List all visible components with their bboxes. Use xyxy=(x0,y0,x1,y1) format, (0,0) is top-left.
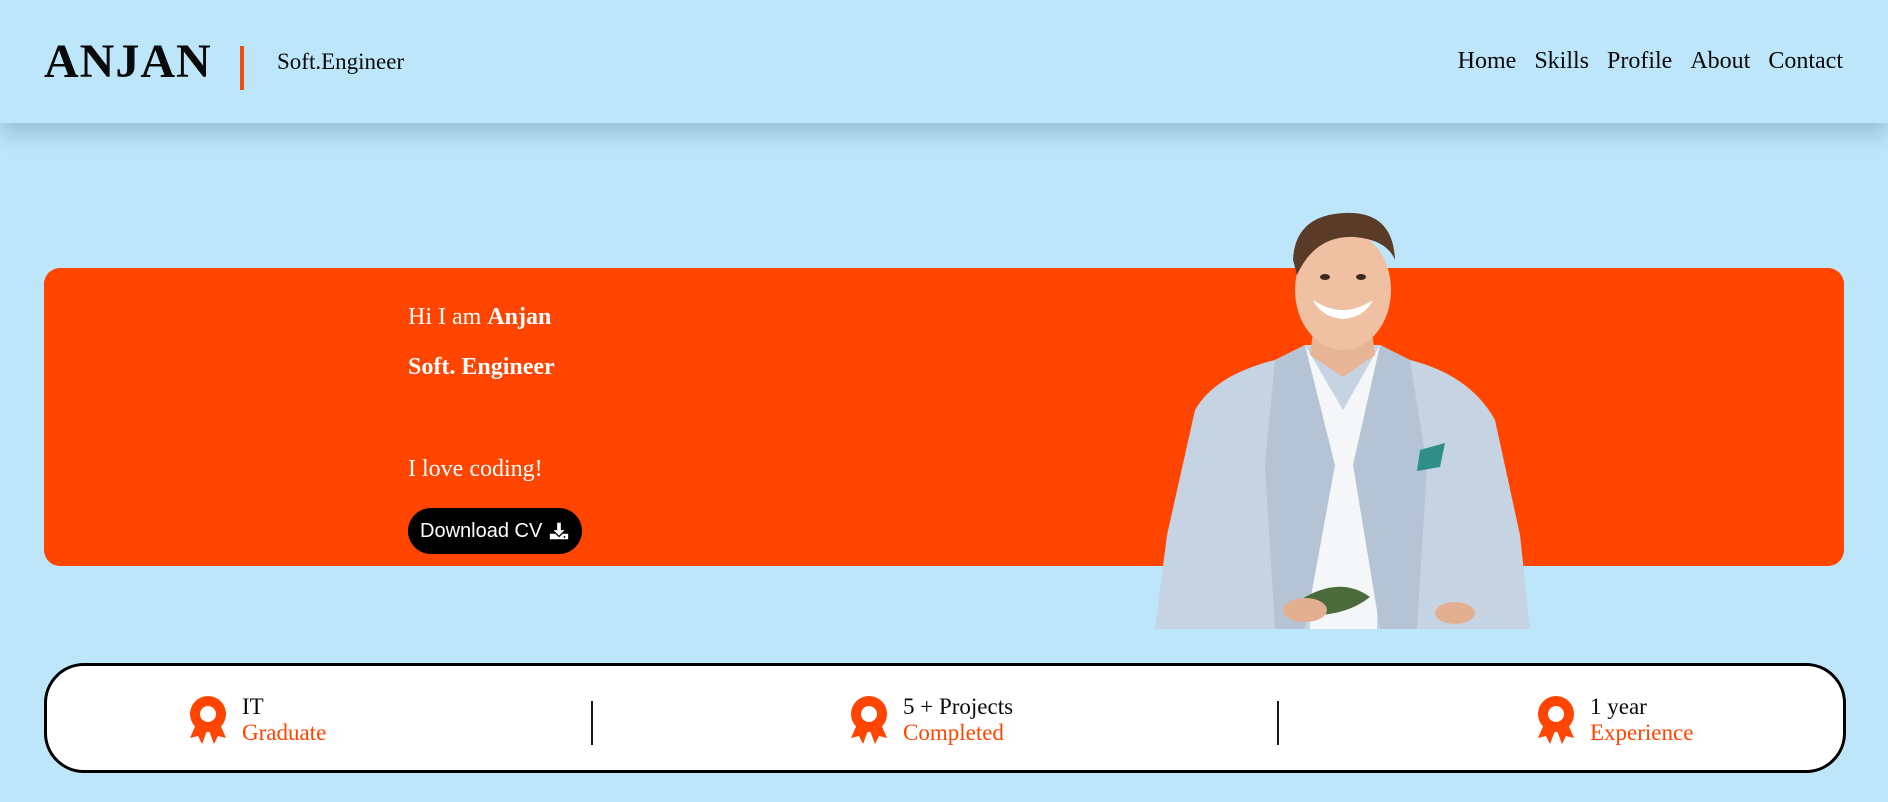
nav-home-link[interactable]: Home xyxy=(1458,48,1517,75)
nav-about-link[interactable]: About xyxy=(1690,48,1750,75)
main-nav: Home Skills Profile About Contact xyxy=(1458,48,1843,75)
award-icon xyxy=(190,696,226,744)
hero-role: Soft. Engineer xyxy=(408,354,555,380)
hero-banner xyxy=(44,268,1844,566)
award-icon xyxy=(1538,696,1574,744)
stat-item: 5 + Projects Completed xyxy=(849,694,1013,746)
nav-skills-link[interactable]: Skills xyxy=(1534,48,1589,75)
stat-label: Experience xyxy=(1590,720,1694,745)
stat-label: Completed xyxy=(903,720,1004,745)
stat-value: IT xyxy=(242,694,264,719)
logo-divider xyxy=(240,46,244,90)
profile-photo xyxy=(1155,212,1530,629)
stat-value: 5 + Projects xyxy=(903,694,1014,719)
stat-item: IT Graduate xyxy=(188,694,326,746)
download-cv-label: Download CV xyxy=(420,519,543,542)
nav-contact-link[interactable]: Contact xyxy=(1768,48,1843,75)
award-icon xyxy=(851,696,887,744)
site-tagline: Soft.Engineer xyxy=(277,49,405,74)
hero-tagline: I love coding! xyxy=(408,456,543,482)
site-logo[interactable]: ANJAN xyxy=(44,34,212,89)
download-icon xyxy=(550,522,569,540)
stats-bar: IT Graduate 5 + Projects Completed 1 yea… xyxy=(44,663,1846,773)
nav-profile-link[interactable]: Profile xyxy=(1607,48,1672,75)
site-header: ANJAN Soft.Engineer Home Skills Profile … xyxy=(0,0,1888,123)
hero-greeting: Hi I am Anjan xyxy=(408,304,551,331)
download-cv-button[interactable]: Download CV xyxy=(408,508,583,554)
stat-item: 1 year Experience xyxy=(1536,694,1693,746)
stat-divider xyxy=(591,701,593,745)
greeting-prefix: Hi I am xyxy=(408,304,488,330)
stat-divider xyxy=(1277,701,1279,745)
greeting-name: Anjan xyxy=(487,304,552,330)
stat-value: 1 year xyxy=(1590,694,1647,719)
stat-label: Graduate xyxy=(242,720,327,745)
